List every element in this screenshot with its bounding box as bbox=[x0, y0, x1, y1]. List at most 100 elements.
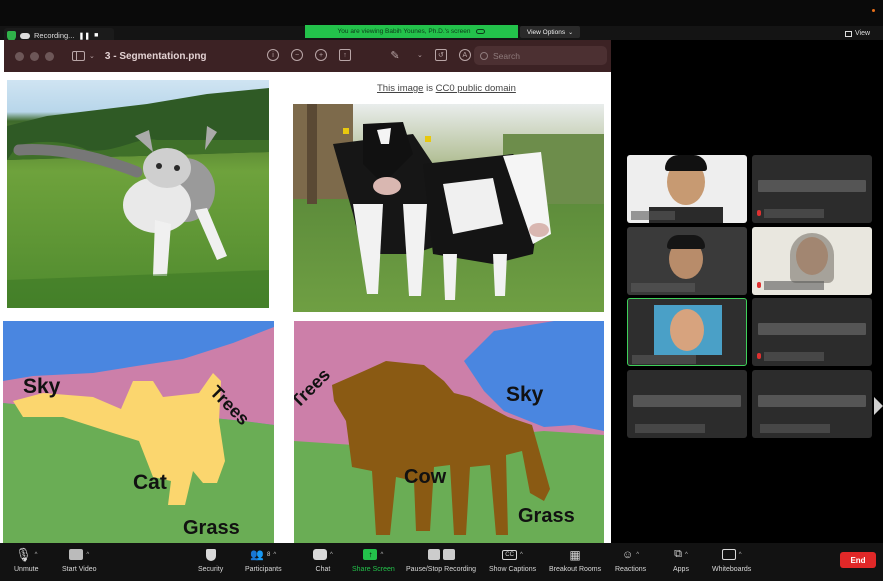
credit-link[interactable]: This image bbox=[377, 83, 423, 94]
chevron-up-icon[interactable]: ^ bbox=[86, 552, 89, 558]
cat-label: Cat bbox=[133, 471, 167, 494]
participant-tile[interactable] bbox=[752, 227, 872, 295]
license-link[interactable]: CC0 public domain bbox=[436, 83, 516, 94]
zoom-out-icon[interactable]: − bbox=[291, 49, 303, 61]
chevron-up-icon[interactable]: ^ bbox=[273, 552, 276, 558]
participant-tile[interactable] bbox=[752, 298, 872, 366]
pause-stop-recording-button[interactable]: Pause/Stop Recording bbox=[406, 546, 476, 573]
participants-count: 8 bbox=[267, 551, 271, 558]
info-icon[interactable]: i bbox=[267, 49, 279, 61]
viewing-banner-text: You are viewing Babih Younes, Ph.D.'s sc… bbox=[337, 28, 471, 35]
search-field[interactable]: Search bbox=[474, 46, 607, 65]
markup-icon[interactable]: ✎ bbox=[389, 49, 401, 62]
preview-toolbar: i − + ↑ ✎ ⌄ ↺ A bbox=[267, 49, 471, 62]
status-dot-icon bbox=[872, 9, 875, 12]
unmute-button[interactable]: 🎙 ^ Unmute bbox=[14, 546, 39, 574]
cloud-icon bbox=[20, 32, 30, 39]
minimize-window-button[interactable] bbox=[30, 51, 39, 61]
breakout-rooms-button[interactable]: ▦ Breakout Rooms bbox=[549, 546, 602, 574]
rotate-icon[interactable]: ↺ bbox=[434, 49, 447, 61]
file-title: 3 - Segmentation.png bbox=[104, 50, 207, 62]
security-label: Security bbox=[198, 566, 224, 573]
grid-view-icon bbox=[845, 30, 852, 37]
meeting-controls-toolbar: 🎙 ^ Unmute ^ Start Video Security 👥 8 ^ Par… bbox=[0, 543, 883, 581]
view-button[interactable]: View bbox=[845, 30, 870, 37]
share-screen-button[interactable]: ↑ ^ Share Screen bbox=[352, 546, 395, 573]
participant-tile[interactable] bbox=[752, 155, 872, 223]
start-video-button[interactable]: ^ Start Video bbox=[62, 546, 97, 573]
chevron-down-icon: ⌄ bbox=[568, 29, 574, 36]
name-tag bbox=[631, 283, 695, 292]
shield-icon bbox=[205, 548, 216, 561]
annotate-icon[interactable]: A bbox=[458, 49, 471, 61]
show-captions-label: Show Captions bbox=[489, 566, 537, 573]
chevron-up-icon[interactable]: ^ bbox=[35, 552, 38, 558]
participant-tile[interactable] bbox=[627, 370, 747, 438]
sky-label: Sky bbox=[506, 383, 544, 406]
recording-label: Recording... bbox=[34, 31, 75, 40]
reactions-label: Reactions bbox=[615, 566, 647, 573]
muted-mic-icon bbox=[757, 282, 761, 288]
close-window-button[interactable] bbox=[15, 51, 24, 61]
chevron-up-icon[interactable]: ^ bbox=[636, 552, 639, 558]
chevron-up-icon[interactable]: ^ bbox=[685, 552, 688, 558]
chevron-down-icon[interactable]: ⌄ bbox=[417, 51, 423, 59]
chevron-up-icon[interactable]: ^ bbox=[330, 552, 333, 558]
active-speaker-tile[interactable] bbox=[627, 298, 747, 366]
participants-label: Participants bbox=[245, 566, 282, 573]
participant-tile[interactable] bbox=[627, 227, 747, 295]
hair bbox=[790, 233, 834, 283]
chevron-down-icon[interactable]: ⌄ bbox=[89, 52, 95, 60]
name-tag bbox=[631, 211, 675, 220]
captions-icon: CC bbox=[502, 549, 517, 560]
participants-icon: 👥 bbox=[250, 549, 265, 561]
whiteboard-icon bbox=[721, 549, 736, 560]
apps-button[interactable]: ⧉ ^ Apps bbox=[673, 546, 689, 573]
unmute-label: Unmute bbox=[14, 566, 39, 573]
zoom-window-button[interactable] bbox=[45, 51, 54, 61]
breakout-rooms-icon: ▦ bbox=[569, 547, 581, 562]
pause-recording-icon bbox=[427, 549, 440, 560]
security-button[interactable]: Security bbox=[198, 546, 223, 573]
apps-icon: ⧉ bbox=[674, 548, 682, 560]
participant-tile[interactable] bbox=[627, 155, 747, 223]
end-meeting-button[interactable]: End bbox=[840, 552, 876, 568]
image-credit: This image is CC0 public domain bbox=[377, 83, 516, 94]
sky-label: Sky bbox=[23, 375, 61, 398]
shared-screen: ⌄ 3 - Segmentation.png i − + ↑ ✎ ⌄ ↺ A S… bbox=[0, 40, 611, 543]
share-icon[interactable]: ↑ bbox=[339, 49, 351, 61]
pause-icon[interactable]: ❚❚ bbox=[78, 32, 90, 40]
name-tag bbox=[764, 209, 824, 218]
participant-tile[interactable] bbox=[752, 370, 872, 438]
cow-photo bbox=[293, 104, 604, 312]
chat-label: Chat bbox=[315, 566, 331, 573]
name-tag bbox=[764, 352, 824, 361]
chevron-up-icon[interactable]: ^ bbox=[380, 552, 383, 558]
whiteboards-label: Whiteboards bbox=[712, 566, 752, 573]
chat-bubble-icon bbox=[313, 549, 327, 560]
chat-button[interactable]: ^ Chat bbox=[313, 546, 333, 573]
search-placeholder: Search bbox=[493, 50, 520, 61]
show-captions-button[interactable]: CC ^ Show Captions bbox=[489, 546, 536, 573]
stop-recording-icon bbox=[442, 549, 455, 560]
stop-icon[interactable]: ■ bbox=[94, 32, 98, 39]
breakout-rooms-label: Breakout Rooms bbox=[549, 566, 602, 573]
participant-name bbox=[758, 323, 866, 335]
chevron-up-icon[interactable]: ^ bbox=[520, 552, 523, 558]
chevron-up-icon[interactable]: ^ bbox=[739, 552, 742, 558]
search-icon bbox=[480, 51, 488, 60]
participants-button[interactable]: 👥 8 ^ Participants bbox=[245, 546, 282, 573]
participant-name bbox=[758, 395, 866, 407]
view-options-button[interactable]: View Options ⌄ bbox=[520, 26, 580, 38]
participant-name bbox=[758, 180, 866, 192]
reactions-button[interactable]: ☺ ^ Reactions bbox=[615, 546, 647, 574]
view-options-label: View Options bbox=[526, 28, 566, 36]
top-bar bbox=[0, 0, 883, 26]
hair bbox=[667, 235, 705, 249]
whiteboards-button[interactable]: ^ Whiteboards bbox=[712, 546, 751, 573]
apps-label: Apps bbox=[673, 566, 689, 573]
zoom-in-icon[interactable]: + bbox=[315, 49, 327, 61]
sidebar-toggle-icon[interactable] bbox=[72, 51, 85, 61]
muted-mic-icon bbox=[757, 353, 761, 359]
cloud-icon bbox=[476, 29, 486, 34]
